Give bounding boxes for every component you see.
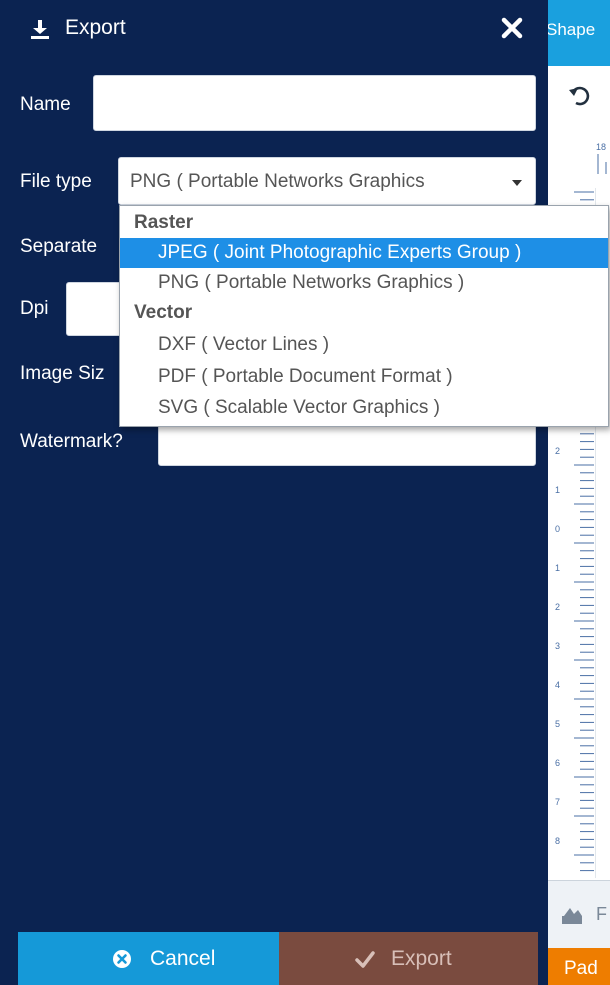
cancel-label: Cancel xyxy=(150,947,216,970)
option-dxf[interactable]: DXF ( Vector Lines ) xyxy=(120,330,608,360)
dpi-label: Dpi xyxy=(20,298,49,319)
tab-shape[interactable]: Shape xyxy=(548,0,610,66)
close-icon[interactable] xyxy=(500,16,524,40)
option-png[interactable]: PNG ( Portable Networks Graphics ) xyxy=(120,268,608,298)
file-type-selected-value: PNG ( Portable Networks Graphics xyxy=(130,171,425,192)
ruler-number: 8 xyxy=(555,836,561,846)
export-title: Export xyxy=(65,16,126,39)
option-svg[interactable]: SVG ( Scalable Vector Graphics ) xyxy=(120,393,608,423)
ruler-top: 18 xyxy=(548,128,610,188)
editor-background: Shape 18 2 1 0 1 2 3 4 5 6 7 8 F Pad xyxy=(548,0,610,985)
ruler-number: 1 xyxy=(555,485,561,495)
name-input[interactable] xyxy=(93,75,536,131)
group-label-vector: Vector xyxy=(134,302,193,323)
download-icon xyxy=(31,20,49,39)
ruler-number: 5 xyxy=(555,719,561,729)
group-label-raster: Raster xyxy=(134,212,194,233)
ruler-number: 3 xyxy=(555,641,561,651)
export-label: Export xyxy=(391,947,452,970)
export-button[interactable]: Export xyxy=(279,932,538,985)
option-pdf[interactable]: PDF ( Portable Document Format ) xyxy=(120,362,608,392)
export-panel: Export Name File type PNG ( Portable Net… xyxy=(0,0,548,985)
pad-label: Pad xyxy=(564,958,598,979)
fit-icon[interactable] xyxy=(560,906,584,926)
cancel-button[interactable]: Cancel xyxy=(18,932,279,985)
ruler-number: 0 xyxy=(555,524,561,534)
file-type-dropdown: Raster JPEG ( Joint Photographic Experts… xyxy=(119,205,609,427)
pad-button[interactable]: Pad xyxy=(548,948,610,985)
ruler-top-ticks xyxy=(597,154,607,174)
cancel-circle-icon xyxy=(113,950,131,968)
file-type-select[interactable]: PNG ( Portable Networks Graphics xyxy=(118,157,536,205)
option-jpeg[interactable]: JPEG ( Joint Photographic Experts Group … xyxy=(120,238,608,268)
ruler-number: 2 xyxy=(555,446,561,456)
ruler-number: 2 xyxy=(555,602,561,612)
ruler-number: 4 xyxy=(555,680,561,690)
chevron-down-icon xyxy=(512,180,522,186)
fit-label: F xyxy=(596,904,607,924)
file-type-label: File type xyxy=(20,171,92,192)
separate-label: Separate xyxy=(20,236,98,257)
undo-icon[interactable] xyxy=(568,84,592,108)
ruler-number: 1 xyxy=(555,563,561,573)
name-label: Name xyxy=(20,94,71,115)
tab-shape-label: Shape xyxy=(548,20,596,39)
export-header: Export xyxy=(0,0,548,60)
image-size-label: Image Siz xyxy=(20,363,105,384)
ruler-number: 7 xyxy=(555,797,561,807)
checkmark-icon xyxy=(355,951,375,968)
watermark-label: Watermark? xyxy=(20,431,123,452)
ruler-number: 6 xyxy=(555,758,561,768)
